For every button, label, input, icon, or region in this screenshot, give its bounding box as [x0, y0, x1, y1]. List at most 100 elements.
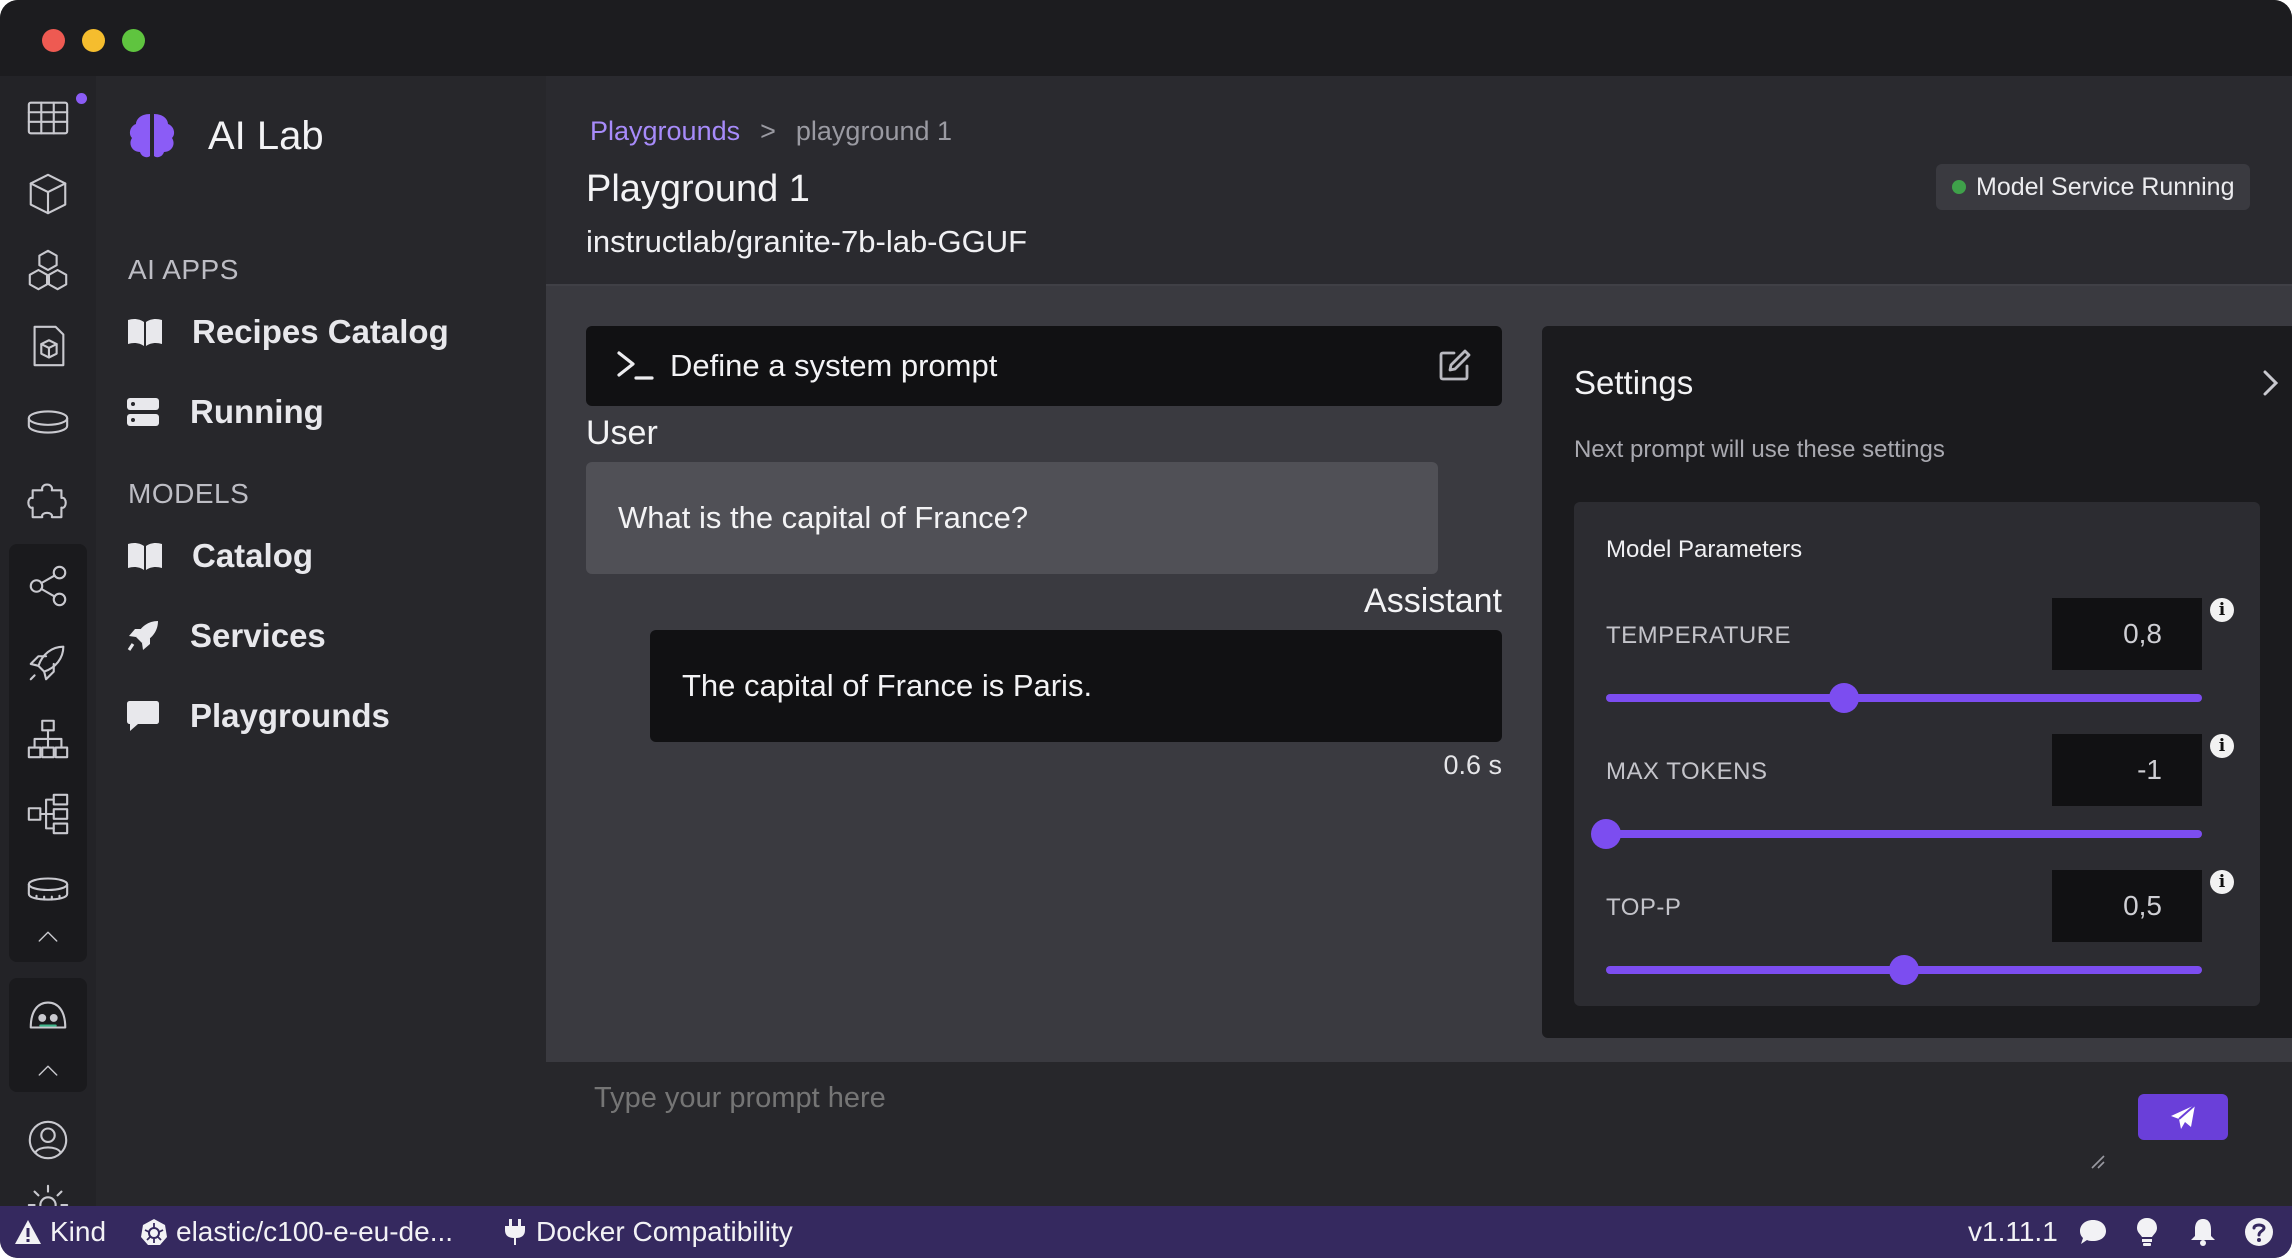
temperature-value[interactable]: 0,8 [2052, 598, 2202, 670]
status-bar: Kind elastic/c100-e-eu-de... Docker Comp… [0, 1206, 2292, 1258]
bell-icon[interactable] [2190, 1206, 2216, 1258]
sidebar-item-playgrounds[interactable]: Playgrounds [126, 686, 390, 746]
collapse-up-icon[interactable] [20, 916, 76, 956]
sidebar-item-recipes-catalog[interactable]: Recipes Catalog [126, 302, 449, 362]
sidebar-item-label: Services [190, 617, 326, 654]
sidebar-title: AI Lab [208, 114, 324, 158]
prompt-input[interactable] [592, 1080, 1652, 1178]
page-title: Playground 1 [586, 168, 810, 210]
feedback-icon[interactable] [2078, 1206, 2108, 1258]
slider-thumb[interactable] [1591, 819, 1621, 849]
page-header: Playgrounds > playground 1 Playground 1 … [546, 76, 2292, 286]
status-badge: Model Service Running [1936, 164, 2251, 210]
ai-lab-logo-icon [126, 110, 178, 162]
extensions-icon[interactable] [20, 470, 76, 526]
breadcrumb-link-playgrounds[interactable]: Playgrounds [590, 116, 740, 147]
plug-icon [504, 1218, 526, 1246]
account-icon[interactable] [20, 1112, 76, 1168]
send-button[interactable] [2138, 1094, 2228, 1140]
kube-context-status[interactable]: elastic/c100-e-eu-de... [140, 1206, 453, 1258]
rocket-nav-icon[interactable] [20, 634, 76, 690]
main-content: Playgrounds > playground 1 Playground 1 … [546, 76, 2292, 1206]
edit-icon[interactable] [1438, 348, 1472, 382]
kind-label: Kind [50, 1216, 107, 1247]
lightbulb-icon[interactable] [2136, 1206, 2158, 1258]
docker-compat-label: Docker Compatibility [536, 1216, 793, 1247]
kube-context-label: elastic/c100-e-eu-de... [176, 1216, 454, 1247]
temperature-slider[interactable] [1606, 683, 2202, 713]
max-tokens-value[interactable]: -1 [2052, 734, 2202, 806]
app-window: AI Lab AI APPS Recipes Catalog Running M… [0, 0, 2292, 1258]
top-p-label: TOP-P [1606, 894, 1682, 921]
temperature-label: TEMPERATURE [1606, 622, 1792, 649]
sidebar-item-catalog[interactable]: Catalog [126, 526, 313, 586]
sidebar-item-label: Playgrounds [190, 697, 390, 734]
version-label[interactable]: v1.11.1 [1968, 1206, 2058, 1258]
settings-title: Settings [1574, 364, 1694, 401]
model-parameters-title: Model Parameters [1606, 536, 1803, 563]
settings-icon[interactable] [20, 1182, 76, 1206]
dashboard-icon[interactable] [20, 90, 76, 146]
system-prompt-bar[interactable]: Define a system prompt [586, 326, 1502, 406]
assistant-label: Assistant [1364, 582, 1502, 620]
sidebar-item-services[interactable]: Services [126, 606, 326, 666]
settings-subtitle: Next prompt will use these settings [1574, 436, 1945, 463]
response-time: 0.6 s [1443, 750, 1502, 780]
ai-lab-icon[interactable] [20, 988, 76, 1044]
info-icon[interactable]: i [2210, 734, 2234, 758]
volumes-icon[interactable] [20, 394, 76, 450]
breadcrumb: Playgrounds > playground 1 [590, 116, 952, 147]
sidebar-item-label: Catalog [192, 537, 314, 574]
sidebar-item-running[interactable]: Running [126, 382, 324, 442]
images-icon[interactable] [20, 318, 76, 374]
notification-dot [76, 93, 87, 104]
zoom-window-button[interactable] [122, 29, 145, 52]
user-label: User [586, 414, 658, 452]
kubernetes-icon [140, 1218, 168, 1246]
chevron-right-icon[interactable] [2260, 368, 2282, 398]
breadcrumb-current: playground 1 [795, 116, 953, 146]
tree-icon[interactable] [20, 786, 76, 842]
minimize-window-button[interactable] [82, 29, 105, 52]
book-icon [126, 316, 164, 348]
server-icon [126, 397, 160, 427]
ai-lab-sidebar: AI Lab AI APPS Recipes Catalog Running M… [96, 76, 546, 1206]
terminal-icon [616, 350, 654, 382]
resize-handle-icon[interactable] [2090, 1154, 2106, 1170]
send-icon [2169, 1103, 2197, 1131]
collapse-up-icon-2[interactable] [20, 1050, 76, 1090]
book-icon [126, 540, 164, 572]
section-ai-apps: AI APPS [128, 254, 239, 285]
title-bar [0, 0, 2292, 76]
network-icon[interactable] [20, 710, 76, 766]
docker-compat-status[interactable]: Docker Compatibility [504, 1206, 793, 1258]
max-tokens-slider[interactable] [1591, 819, 2202, 849]
status-text: Model Service Running [1976, 172, 2235, 201]
icon-navigation [0, 76, 96, 1206]
kind-status[interactable]: Kind [14, 1206, 106, 1258]
rocket-icon [126, 619, 160, 653]
chat-area: Define a system prompt User What is the … [546, 286, 2292, 1062]
close-window-button[interactable] [42, 29, 65, 52]
slider-thumb[interactable] [1889, 955, 1919, 985]
assistant-message-text: The capital of France is Paris. [682, 668, 1093, 703]
top-p-value[interactable]: 0,5 [2052, 870, 2202, 942]
help-icon[interactable] [2244, 1206, 2274, 1258]
top-p-slider[interactable] [1606, 955, 2202, 985]
slider-thumb[interactable] [1829, 683, 1860, 713]
max-tokens-label: MAX TOKENS [1606, 758, 1768, 785]
sidebar-item-label: Recipes Catalog [192, 313, 449, 350]
chat-icon [126, 699, 160, 733]
settings-panel: Settings Next prompt will use these sett… [1542, 326, 2292, 1038]
user-message-bubble: What is the capital of France? [586, 462, 1438, 574]
info-icon[interactable]: i [2210, 870, 2234, 894]
prompt-area [546, 1062, 2292, 1206]
share-icon[interactable] [20, 558, 76, 614]
assistant-message-bubble: The capital of France is Paris. [650, 630, 1502, 742]
pods-icon[interactable] [20, 242, 76, 298]
containers-icon[interactable] [20, 166, 76, 222]
info-icon[interactable]: i [2210, 598, 2234, 622]
storage-icon[interactable] [20, 862, 76, 918]
warning-icon [14, 1219, 42, 1245]
section-models: MODELS [128, 478, 250, 509]
